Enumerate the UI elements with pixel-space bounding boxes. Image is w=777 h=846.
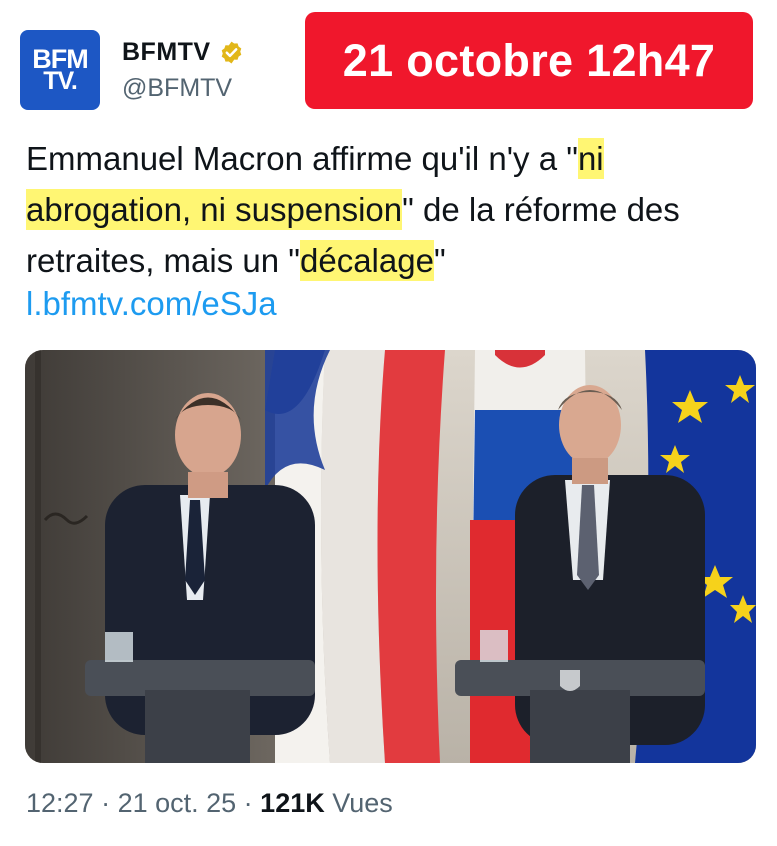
tweet-media-image[interactable] (25, 350, 756, 763)
tweet-meta: 12:27 · 21 oct. 25 · 121K Vues (26, 788, 393, 819)
avatar[interactable]: BFM TV. (20, 30, 100, 110)
tweet-link[interactable]: l.bfmtv.com/eSJa (26, 284, 277, 324)
tweet-date[interactable]: 21 oct. 25 (118, 788, 237, 818)
avatar-text-line2: TV. (43, 66, 78, 95)
tweet-text: Emmanuel Macron affirme qu'il n'y a "ni … (26, 133, 756, 286)
date-banner: 21 octobre 12h47 (305, 12, 753, 109)
tweet-text-part1: Emmanuel Macron affirme qu'il n'y a " (26, 140, 578, 177)
views-label: Vues (324, 788, 393, 818)
tweet-text-part3: " (433, 242, 446, 279)
meta-separator: · (93, 788, 118, 818)
highlight-abrogation-suspension: abrogation, ni suspension (26, 189, 403, 230)
meta-separator: · (236, 788, 261, 818)
highlight-ni: ni (577, 138, 604, 179)
tweet-time[interactable]: 12:27 (26, 788, 94, 818)
press-conference-photo (25, 350, 756, 763)
verified-badge-icon (221, 41, 241, 64)
highlight-decalage: décalage (299, 240, 434, 281)
views-count: 121K (260, 788, 325, 818)
author-name[interactable]: BFMTV (122, 38, 211, 67)
author-handle[interactable]: @BFMTV (122, 74, 232, 103)
author-name-row: BFMTV (122, 38, 244, 67)
